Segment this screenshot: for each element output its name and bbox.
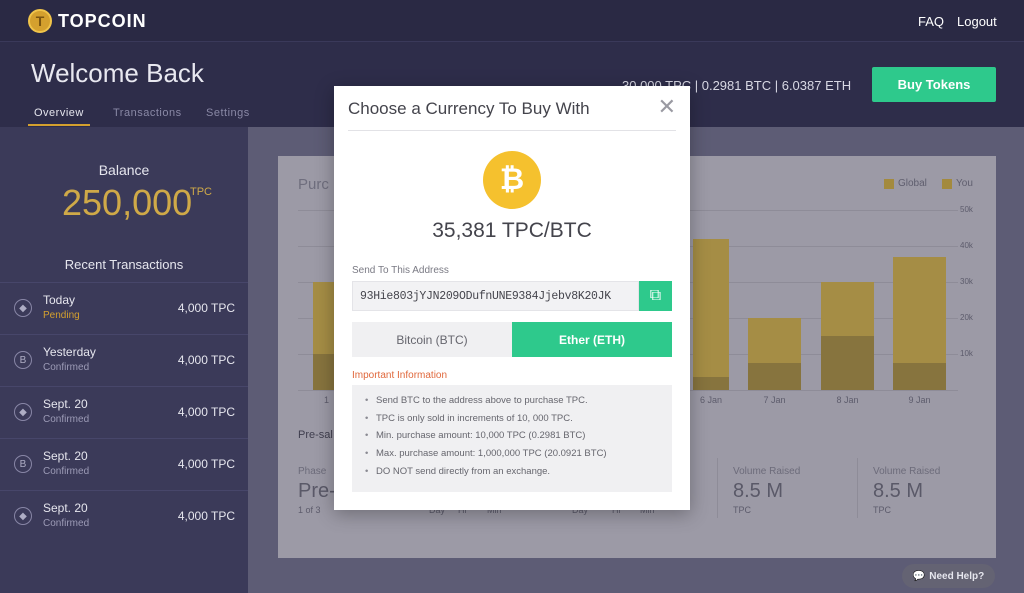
checkbox-icon xyxy=(884,178,894,189)
x-tick-label: 6 Jan xyxy=(699,395,723,405)
transaction-amount: 4,000 TPC xyxy=(177,301,235,315)
bar-you xyxy=(748,363,801,390)
copy-button[interactable]: ⧉ xyxy=(639,281,672,311)
transaction-row[interactable]: ◆ Sept. 20 Confirmed 4,000 TPC xyxy=(0,490,248,542)
chart-title: Purc xyxy=(298,176,329,193)
bitcoin-icon: B xyxy=(14,455,32,473)
logout-link[interactable]: Logout xyxy=(957,14,997,29)
close-icon[interactable]: ✕ xyxy=(658,96,676,118)
x-tick-label: 7 Jan xyxy=(763,395,786,405)
y-tick-label: 10k xyxy=(960,349,973,358)
faq-link[interactable]: FAQ xyxy=(918,14,944,29)
stat-divider xyxy=(857,458,858,518)
info-item: Min. purchase amount: 10,000 TPC (0.2981… xyxy=(365,430,672,448)
legend-global[interactable]: Global xyxy=(884,178,927,189)
transaction-row[interactable]: ◆ Sept. 20 Confirmed 4,000 TPC xyxy=(0,386,248,438)
tab-transactions[interactable]: Transactions xyxy=(113,107,182,119)
modal-divider xyxy=(348,130,676,131)
transaction-status: Confirmed xyxy=(43,466,90,477)
transaction-row[interactable]: B Yesterday Confirmed 4,000 TPC xyxy=(0,334,248,386)
transaction-date: Today xyxy=(43,293,76,307)
legend-you[interactable]: You xyxy=(942,178,973,189)
transaction-amount: 4,000 TPC xyxy=(177,353,235,367)
currency-modal: Choose a Currency To Buy With ✕ ₿ 35,381… xyxy=(334,86,690,510)
transaction-amount: 4,000 TPC xyxy=(177,457,235,471)
transaction-amount: 4,000 TPC xyxy=(177,509,235,523)
exchange-rate: 35,381 TPC/BTC xyxy=(432,219,592,242)
transaction-date: Sept. 20 xyxy=(43,449,88,463)
transaction-date: Sept. 20 xyxy=(43,501,88,515)
transaction-row[interactable]: ◆ Today Pending 4,000 TPC xyxy=(0,282,248,334)
active-tab-indicator xyxy=(28,124,90,126)
important-info-label: Important Information xyxy=(352,370,448,381)
bitcoin-icon: ₿ xyxy=(483,151,541,209)
bar-you xyxy=(313,354,335,390)
page-title: Welcome Back xyxy=(31,58,204,88)
phase-value: Pre- xyxy=(298,480,336,502)
presale-label: Pre-sal xyxy=(298,429,333,441)
app-name: TOPCOIN xyxy=(58,11,147,31)
balance-label: Balance xyxy=(98,162,150,178)
transaction-amount: 4,000 TPC xyxy=(177,405,235,419)
transaction-row[interactable]: B Sept. 20 Confirmed 4,000 TPC xyxy=(0,438,248,490)
x-tick-label: 8 Jan xyxy=(836,395,859,405)
ether-icon: ◆ xyxy=(14,299,32,317)
chat-icon: 💬 xyxy=(912,570,926,582)
info-item: DO NOT send directly from an exchange. xyxy=(365,466,672,484)
checkbox-icon xyxy=(942,178,952,189)
y-tick-label: 40k xyxy=(960,241,973,250)
stat-divider xyxy=(717,458,718,518)
bar-you xyxy=(893,363,946,390)
address-field[interactable]: 93Hie803jYJN209ODufnUNE9384Jjebv8K20JK xyxy=(352,281,639,311)
volume-value: 8.5 M xyxy=(733,480,784,502)
tab-settings[interactable]: Settings xyxy=(206,107,250,119)
ether-icon: ◆ xyxy=(14,403,32,421)
volume-label: Volume Raised xyxy=(733,466,801,477)
copy-icon: ⧉ xyxy=(649,287,662,304)
need-help-button[interactable]: 💬 Need Help? xyxy=(902,564,995,588)
info-item: Max. purchase amount: 1,000,000 TPC (20.… xyxy=(365,448,672,466)
bar-you xyxy=(693,377,729,390)
option-bitcoin[interactable]: Bitcoin (BTC) xyxy=(352,322,512,357)
option-ether[interactable]: Ether (ETH) xyxy=(512,322,672,357)
transaction-date: Yesterday xyxy=(43,345,96,359)
bar-global xyxy=(693,238,729,390)
transaction-status: Confirmed xyxy=(43,518,90,529)
ether-icon: ◆ xyxy=(14,507,32,525)
recent-transactions-label: Recent Transactions xyxy=(64,257,184,272)
transaction-status: Pending xyxy=(43,310,80,321)
y-tick-label: 50k xyxy=(960,205,973,214)
volume-value: 8.5 M xyxy=(873,480,924,502)
tab-overview[interactable]: Overview xyxy=(34,107,84,119)
volume-unit: TPC xyxy=(873,505,891,515)
y-tick-label: 30k xyxy=(960,277,973,286)
x-tick-label: 9 Jan xyxy=(908,395,931,405)
balance-unit: TPC xyxy=(190,186,212,198)
modal-title: Choose a Currency To Buy With xyxy=(348,99,590,118)
phase-sub: 1 of 3 xyxy=(298,505,321,515)
bar-you xyxy=(821,336,874,390)
top-bar: T TOPCOIN FAQ Logout xyxy=(0,0,1024,42)
logo-icon: T xyxy=(28,9,52,33)
info-item: Send BTC to the address above to purchas… xyxy=(365,395,672,413)
y-tick-label: 20k xyxy=(960,313,973,322)
important-info-box: Send BTC to the address above to purchas… xyxy=(352,385,672,492)
buy-tokens-button[interactable]: Buy Tokens xyxy=(872,67,996,102)
transaction-status: Confirmed xyxy=(43,362,90,373)
volume-unit: TPC xyxy=(733,505,751,515)
info-item: TPC is only sold in increments of 10, 00… xyxy=(365,413,672,431)
address-label: Send To This Address xyxy=(352,265,449,276)
balance-value: 250,000 xyxy=(62,182,193,223)
transaction-date: Sept. 20 xyxy=(43,397,88,411)
bitcoin-icon: B xyxy=(14,351,32,369)
volume-label: Volume Raised xyxy=(873,466,941,477)
transaction-status: Confirmed xyxy=(43,414,90,425)
phase-label: Phase xyxy=(298,466,327,477)
